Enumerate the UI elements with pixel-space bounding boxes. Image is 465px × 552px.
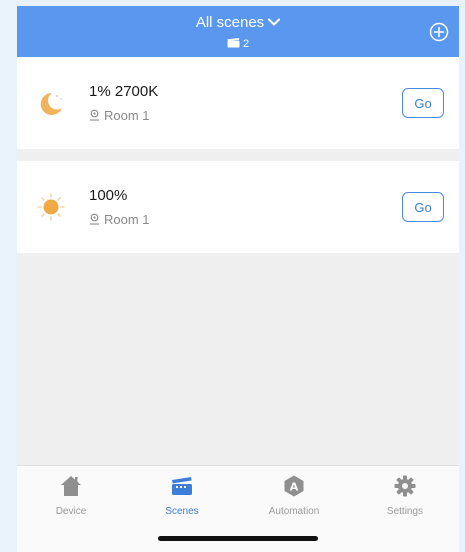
- add-scene-button[interactable]: [429, 22, 449, 42]
- header-bar: All scenes 2: [17, 6, 459, 57]
- moon-icon: [35, 87, 67, 119]
- clapperboard-icon: [227, 38, 240, 48]
- tab-automation[interactable]: A Automation: [249, 474, 339, 517]
- go-button[interactable]: Go: [402, 192, 444, 222]
- location-icon: [90, 109, 99, 121]
- scene-card[interactable]: 100% Room 1 Go: [17, 161, 459, 253]
- scene-name: 1% 2700K: [89, 83, 159, 100]
- scene-card[interactable]: 1% 2700K Room 1 Go: [17, 57, 459, 149]
- tab-device-label: Device: [55, 506, 87, 517]
- chevron-down-icon: [268, 13, 281, 31]
- scene-filter-dropdown[interactable]: All scenes: [17, 14, 459, 32]
- app-screen: All scenes 2 1% 2700K Room 1 Go 100% Roo…: [17, 6, 459, 552]
- automation-icon: A: [284, 475, 304, 497]
- home-icon: [61, 476, 81, 496]
- plus-circle-icon: [429, 22, 449, 42]
- sun-icon: [35, 191, 67, 223]
- tab-scenes[interactable]: Scenes: [137, 474, 227, 517]
- scene-name: 100%: [89, 187, 128, 204]
- location-icon: [90, 213, 99, 225]
- go-button[interactable]: Go: [402, 88, 444, 118]
- svg-text:A: A: [290, 481, 299, 494]
- tab-settings[interactable]: Settings: [360, 474, 450, 517]
- scenes-icon: [172, 477, 192, 495]
- tab-settings-label: Settings: [386, 506, 424, 517]
- scene-room: Room 1: [89, 108, 150, 124]
- tab-scenes-label: Scenes: [165, 506, 199, 517]
- scene-room-label: Room 1: [104, 108, 150, 123]
- scene-count-value: 2: [242, 38, 250, 50]
- tab-device[interactable]: Device: [26, 474, 116, 517]
- gear-icon: [394, 475, 416, 497]
- scene-room-label: Room 1: [104, 212, 150, 227]
- page-title: All scenes: [195, 14, 265, 31]
- tab-automation-label: Automation: [268, 506, 320, 517]
- scene-room: Room 1: [89, 212, 150, 228]
- home-indicator[interactable]: [158, 536, 318, 541]
- scene-count: 2: [17, 37, 459, 51]
